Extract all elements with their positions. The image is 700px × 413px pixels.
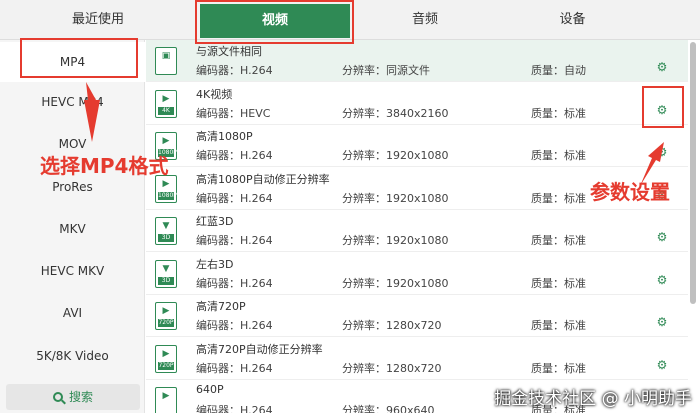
list-item[interactable]: ▼ 3D 左右3D 编码器：H.264 分辨率：1920x1080 质量：标准 ⚙ <box>146 253 688 295</box>
preset-resolution: 分辨率：1920x1080 <box>342 277 449 290</box>
file-tag: 3D <box>158 234 174 242</box>
search-label: 搜索 <box>68 390 93 404</box>
preset-codec: 编码器：HEVC <box>196 107 271 120</box>
preset-list: ▣ 与源文件相同 编码器：H.264 分辨率：同源文件 质量：自动 ⚙ ▶ 4K … <box>146 40 688 413</box>
tab-recent[interactable]: 最近使用 <box>0 0 196 40</box>
preset-name: 左右3D <box>196 258 234 271</box>
preset-codec: 编码器：H.264 <box>196 192 273 205</box>
preset-name: 红蓝3D <box>196 215 234 228</box>
preset-quality: 质量：标准 <box>531 319 586 332</box>
list-item[interactable]: ▶ 4K 4K视频 编码器：HEVC 分辨率：3840x2160 质量：标准 ⚙ <box>146 83 688 125</box>
preset-name: 高清720P <box>196 300 246 313</box>
sidebar-item-hevc-mp4[interactable]: HEVC MP4 <box>0 82 145 122</box>
gear-icon[interactable]: ⚙ <box>656 359 668 371</box>
preset-resolution: 分辨率：1920x1080 <box>342 192 449 205</box>
preset-name: 4K视频 <box>196 88 233 101</box>
video-file-icon: ▶ 720P <box>155 345 177 373</box>
preset-name: 高清720P自动修正分辨率 <box>196 343 323 356</box>
preset-codec: 编码器：H.264 <box>196 362 273 375</box>
gear-icon[interactable]: ⚙ <box>656 104 668 116</box>
file-tag: 3D <box>158 277 174 285</box>
preset-name: 高清1080P自动修正分辨率 <box>196 173 330 186</box>
tab-video[interactable]: 视频 <box>200 4 350 38</box>
preset-quality: 质量：标准 <box>531 107 586 120</box>
preset-codec: 编码器：H.264 <box>196 277 273 290</box>
file-tag: 720P <box>158 319 174 327</box>
sidebar-item-mkv[interactable]: MKV <box>0 209 145 249</box>
sidebar-item-avi[interactable]: AVI <box>0 293 145 333</box>
video-file-icon: ▼ 3D <box>155 217 177 245</box>
preset-quality: 质量：标准 <box>531 192 586 205</box>
preset-resolution: 分辨率：3840x2160 <box>342 107 449 120</box>
watermark: 掘金技术社区 @ 小明助手 <box>494 389 692 409</box>
preset-resolution: 分辨率：1280x720 <box>342 362 442 375</box>
preset-codec: 编码器：H.264 <box>196 64 273 77</box>
preset-codec: 编码器：H.264 <box>196 404 273 413</box>
annotation-select-mp4: 选择MP4格式 <box>40 154 169 178</box>
gear-icon[interactable]: ⚙ <box>656 146 668 158</box>
sidebar-item-hevc-mkv[interactable]: HEVC MKV <box>0 251 145 291</box>
format-sidebar: MP4 HEVC MP4 MOV ProRes MKV HEVC MKV AVI… <box>0 40 145 413</box>
preset-resolution: 分辨率：同源文件 <box>342 64 430 77</box>
search-button[interactable]: 搜索 <box>6 384 140 410</box>
preset-resolution: 分辨率：1280x720 <box>342 319 442 332</box>
preset-name: 640P <box>196 383 224 396</box>
file-tag: 1080P <box>158 192 177 200</box>
scrollbar[interactable] <box>690 42 696 304</box>
gear-icon[interactable]: ⚙ <box>656 316 668 328</box>
preset-quality: 质量：标准 <box>531 234 586 247</box>
video-file-icon: ▶ <box>155 387 177 413</box>
video-file-icon: ▣ <box>155 47 177 75</box>
preset-resolution: 分辨率：1920x1080 <box>342 149 449 162</box>
sidebar-item-5k8k[interactable]: 5K/8K Video <box>0 336 145 376</box>
tab-device[interactable]: 设备 <box>500 0 645 40</box>
preset-quality: 质量：标准 <box>531 149 586 162</box>
preset-codec: 编码器：H.264 <box>196 234 273 247</box>
preset-quality: 质量：自动 <box>531 64 586 77</box>
video-file-icon: ▶ 1080P <box>155 175 177 203</box>
list-item[interactable]: ▶ 1080P 高清1080P 编码器：H.264 分辨率：1920x1080 质… <box>146 125 688 167</box>
file-tag: 4K <box>158 107 174 115</box>
list-item[interactable]: ▣ 与源文件相同 编码器：H.264 分辨率：同源文件 质量：自动 ⚙ <box>146 40 688 82</box>
sidebar-item-mp4[interactable]: MP4 <box>0 42 145 82</box>
preset-quality: 质量：标准 <box>531 362 586 375</box>
list-item[interactable]: ▶ 720P 高清720P 编码器：H.264 分辨率：1280x720 质量：标… <box>146 295 688 337</box>
gear-icon[interactable]: ⚙ <box>656 61 668 73</box>
preset-name: 高清1080P <box>196 130 253 143</box>
file-tag: 720P <box>158 362 174 370</box>
preset-resolution: 分辨率：1920x1080 <box>342 234 449 247</box>
gear-icon[interactable]: ⚙ <box>656 274 668 286</box>
list-item[interactable]: ▼ 3D 红蓝3D 编码器：H.264 分辨率：1920x1080 质量：标准 ⚙ <box>146 210 688 252</box>
video-file-icon: ▼ 3D <box>155 260 177 288</box>
gear-icon[interactable]: ⚙ <box>656 231 668 243</box>
annotation-params: 参数设置 <box>590 180 670 204</box>
format-tabs: 最近使用 视频 音频 设备 <box>0 0 700 40</box>
video-file-icon: ▶ 720P <box>155 302 177 330</box>
preset-name: 与源文件相同 <box>196 45 262 58</box>
preset-quality: 质量：标准 <box>531 277 586 290</box>
search-icon <box>52 392 63 402</box>
list-item[interactable]: ▶ 720P 高清720P自动修正分辨率 编码器：H.264 分辨率：1280x7… <box>146 338 688 380</box>
preset-codec: 编码器：H.264 <box>196 149 273 162</box>
video-file-icon: ▶ 4K <box>155 90 177 118</box>
preset-resolution: 分辨率：960x640 <box>342 404 435 413</box>
preset-codec: 编码器：H.264 <box>196 319 273 332</box>
tab-audio[interactable]: 音频 <box>350 0 500 40</box>
